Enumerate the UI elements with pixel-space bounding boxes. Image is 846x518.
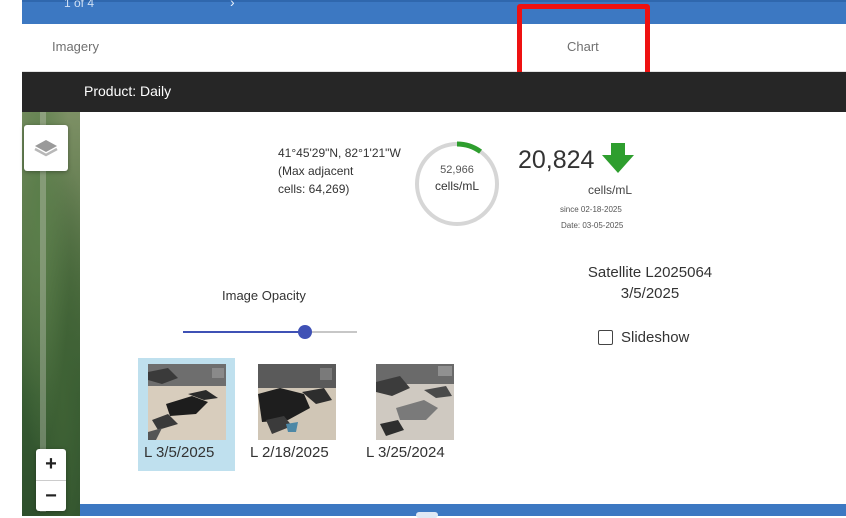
max-adjacent-line2: cells: 64,269): [278, 182, 350, 196]
slider-fill: [183, 331, 305, 333]
image-opacity-label: Image Opacity: [222, 288, 306, 303]
coordinates-text: 41°45'29"N, 82°1'21"W: [278, 146, 401, 160]
thumbnail-card[interactable]: L 3/5/2025: [138, 358, 235, 471]
thumbnail-image: [376, 364, 454, 440]
max-adjacent-line1: (Max adjacent: [278, 164, 354, 178]
slideshow-checkbox[interactable]: [598, 330, 613, 345]
bottom-bar: [80, 504, 846, 516]
layers-icon: [34, 140, 58, 157]
product-bar: Product: Daily: [22, 72, 846, 112]
ring-value: 52,966: [440, 164, 474, 176]
zoom-control: + −: [36, 449, 66, 511]
thumbnail-label: L 3/25/2024: [366, 444, 445, 461]
slideshow-label: Slideshow: [621, 329, 690, 346]
slider-track: [304, 331, 357, 333]
layers-button[interactable]: [24, 125, 68, 171]
thumbnail-label: L 2/18/2025: [250, 444, 329, 461]
ring-unit: cells/mL: [434, 179, 479, 193]
tab-bar: Imagery Chart: [22, 26, 846, 72]
zoom-in-button[interactable]: +: [36, 449, 66, 480]
tab-imagery[interactable]: Imagery: [52, 39, 99, 54]
measurement-date: Date: 03-05-2025: [561, 221, 624, 230]
current-cell-count: 20,824: [518, 146, 595, 174]
cell-count-ring: 52,966 cells/mL: [413, 140, 501, 228]
satellite-info: Satellite L2025064 3/5/2025: [560, 262, 740, 304]
current-unit: cells/mL: [588, 183, 633, 197]
image-opacity-slider[interactable]: [183, 324, 357, 340]
chevron-right-icon[interactable]: ›: [230, 0, 235, 10]
since-date: since 02-18-2025: [560, 205, 622, 214]
satellite-id: Satellite L2025064: [587, 264, 713, 281]
slider-thumb[interactable]: [297, 325, 312, 339]
satellite-date: 3/5/2025: [620, 285, 680, 302]
top-bar: 1 of 4 ›: [22, 0, 846, 24]
zoom-out-button[interactable]: −: [36, 480, 66, 511]
thumbnail-image: [148, 364, 226, 440]
drawer-handle[interactable]: [416, 512, 438, 518]
thumbnail-card[interactable]: L 3/25/2024: [366, 358, 466, 471]
page-counter: 1 of 4: [64, 0, 95, 10]
down-arrow-icon: [602, 143, 634, 173]
slideshow-toggle[interactable]: Slideshow: [598, 329, 689, 346]
thumbnail-label: L 3/5/2025: [144, 444, 215, 461]
tab-chart[interactable]: Chart: [567, 39, 599, 54]
location-info: 41°45'29"N, 82°1'21"W (Max adjacent cell…: [278, 144, 401, 198]
thumbnail-image: [258, 364, 336, 440]
thumbnail-card[interactable]: L 2/18/2025: [250, 358, 354, 471]
product-label: Product: Daily: [84, 83, 172, 99]
